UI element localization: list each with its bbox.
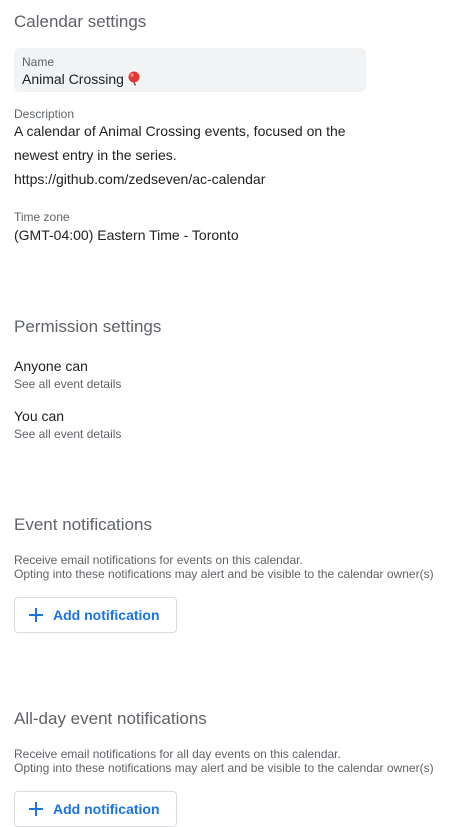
you-can-label: You can — [14, 408, 65, 424]
plus-icon — [29, 608, 43, 622]
allday-notifications-help: Receive email notifications for all day … — [14, 747, 444, 775]
anyone-can-value: See all event details — [14, 377, 122, 391]
description-line: https://github.com/zedseven/ac-calendar — [14, 171, 266, 187]
timezone-value[interactable]: (GMT-04:00) Eastern Time - Toronto — [14, 227, 239, 243]
help-line: Receive email notifications for all day … — [14, 747, 341, 761]
plus-icon — [29, 802, 43, 816]
add-notification-label: Add notification — [53, 801, 160, 817]
balloon-icon — [127, 71, 141, 89]
description-line: A calendar of Animal Crossing events, fo… — [14, 123, 346, 139]
event-notifications-title: Event notifications — [14, 515, 152, 534]
calendar-settings-title: Calendar settings — [14, 12, 147, 31]
event-notifications-help: Receive email notifications for events o… — [14, 553, 444, 581]
anyone-can-label: Anyone can — [14, 358, 88, 374]
timezone-label: Time zone — [14, 210, 70, 224]
allday-notifications-title: All-day event notifications — [14, 709, 207, 728]
name-label: Name — [22, 55, 55, 69]
help-line: Opting into these notifications may aler… — [14, 761, 434, 775]
calendar-name-value: Animal Crossing — [22, 71, 124, 87]
description-text[interactable]: A calendar of Animal Crossing events, fo… — [14, 119, 374, 191]
calendar-name-field[interactable]: Name Animal Crossing — [14, 48, 366, 92]
help-line: Receive email notifications for events o… — [14, 553, 303, 567]
add-notification-label: Add notification — [53, 607, 160, 623]
you-can-value: See all event details — [14, 427, 122, 441]
add-event-notification-button[interactable]: Add notification — [14, 597, 177, 633]
help-line: Opting into these notifications may aler… — [14, 567, 434, 581]
add-allday-notification-button[interactable]: Add notification — [14, 791, 177, 827]
name-value-row[interactable]: Animal Crossing — [22, 71, 141, 89]
permission-settings-title: Permission settings — [14, 317, 162, 336]
description-line: newest entry in the series. — [14, 147, 177, 163]
